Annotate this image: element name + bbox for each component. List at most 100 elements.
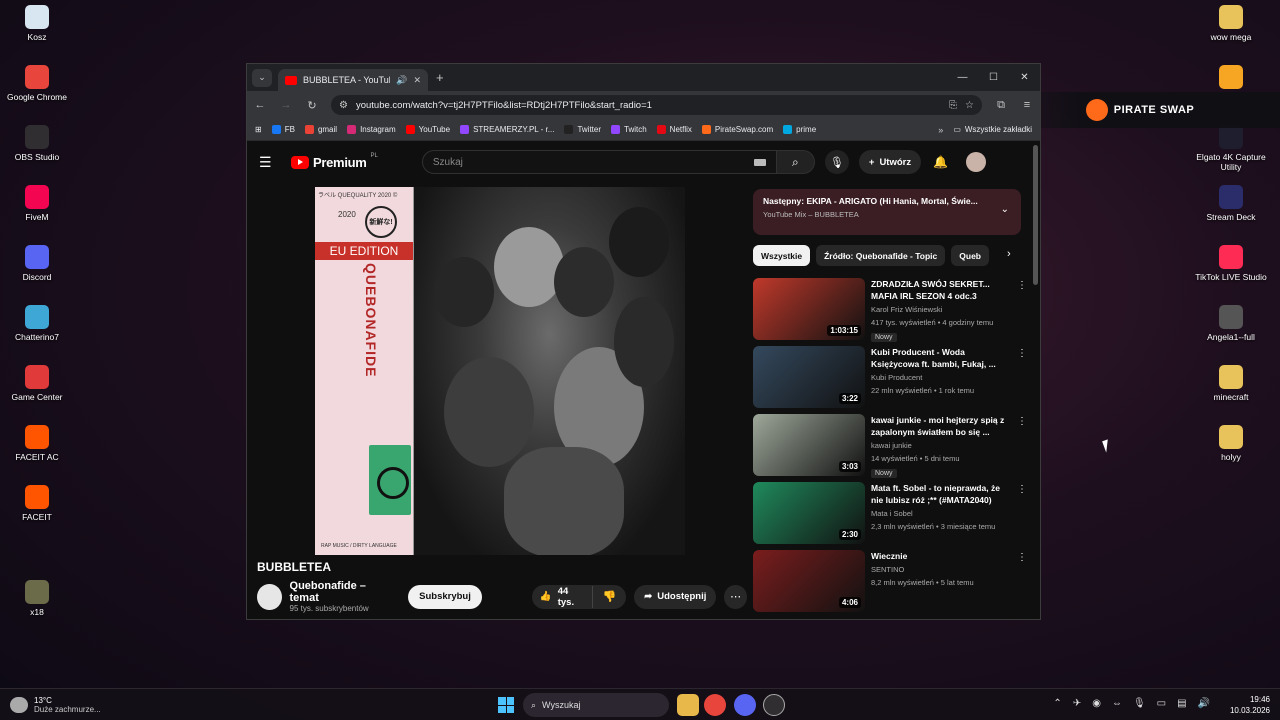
- video-thumbnail[interactable]: 4:06: [753, 550, 865, 612]
- youtube-logo[interactable]: Premium PL: [291, 153, 378, 170]
- create-button[interactable]: + Utwórz: [858, 150, 922, 174]
- clock[interactable]: 19:46 10.03.2026: [1230, 694, 1270, 716]
- bookmark-star-icon[interactable]: ☆: [965, 100, 974, 111]
- tab-search-button[interactable]: ⌄: [252, 68, 272, 87]
- menu-icon[interactable]: ☰: [259, 154, 281, 171]
- tray-app-icon[interactable]: ⇔: [1112, 698, 1122, 709]
- desktop-icon[interactable]: TikTok LIVE Studio: [1194, 245, 1268, 282]
- video-title[interactable]: Mata ft. Sobel - to nieprawda, że nie lu…: [871, 482, 1011, 506]
- channel-avatar[interactable]: [257, 583, 282, 610]
- desktop-icon[interactable]: Stream Deck: [1194, 185, 1268, 222]
- video-thumbnail[interactable]: 3:22: [753, 346, 865, 408]
- recommendation-item[interactable]: 3:03 kawai junkie - moi hejterzy spią z z…: [753, 414, 1029, 478]
- bookmark-item[interactable]: Instagram: [347, 125, 396, 134]
- search-button[interactable]: ⌕: [776, 150, 815, 174]
- obs-icon[interactable]: [763, 694, 785, 716]
- chevron-down-icon[interactable]: ⌄: [1001, 204, 1009, 215]
- desktop-icon[interactable]: Chatterino7: [0, 305, 74, 342]
- desktop-icon[interactable]: minecraft: [1194, 365, 1268, 402]
- chrome-icon[interactable]: [704, 694, 726, 716]
- video-thumbnail[interactable]: 1:03:15: [753, 278, 865, 340]
- tray-app-icon[interactable]: ✈: [1073, 698, 1081, 709]
- bookmark-item[interactable]: Twitch: [611, 125, 647, 134]
- bookmark-item[interactable]: prime: [783, 125, 816, 134]
- filter-chip[interactable]: Źródło: Quebonafide - Topic: [816, 245, 946, 266]
- close-window-button[interactable]: ✕: [1009, 64, 1040, 90]
- desktop-icon[interactable]: Angela1--full: [1194, 305, 1268, 342]
- video-channel[interactable]: Mata i Sobel: [871, 508, 1011, 519]
- video-thumbnail[interactable]: 3:03: [753, 414, 865, 476]
- discord-icon[interactable]: [734, 694, 756, 716]
- video-channel[interactable]: kawai junkie: [871, 440, 1011, 451]
- bookmark-item[interactable]: Twitter: [564, 125, 601, 134]
- media-controls-icon[interactable]: ≡: [1020, 99, 1034, 111]
- file-explorer-icon[interactable]: [677, 694, 699, 716]
- bookmark-item[interactable]: FB: [271, 125, 295, 134]
- desktop-icon[interactable]: FACEIT AC: [0, 425, 74, 462]
- start-button[interactable]: [498, 697, 514, 713]
- notifications-bell-icon[interactable]: 🔔: [933, 155, 948, 169]
- page-scrollbar[interactable]: [1033, 145, 1038, 285]
- bookmark-item[interactable]: gmail: [304, 125, 337, 134]
- desktop-icon[interactable]: wow mega: [1194, 5, 1268, 42]
- bookmark-item[interactable]: PirateSwap.com: [701, 125, 773, 134]
- video-channel[interactable]: SENTINO: [871, 564, 1011, 575]
- new-tab-button[interactable]: +: [436, 70, 444, 85]
- share-button[interactable]: ➦ Udostępnij: [634, 584, 717, 609]
- all-bookmarks-button[interactable]: ▭ Wszystkie zakładki: [953, 125, 1032, 134]
- video-thumbnail[interactable]: 2:30: [753, 482, 865, 544]
- subscribe-button[interactable]: Subskrybuj: [408, 584, 482, 609]
- tab-youtube[interactable]: BUBBLETEA - YouTube 🔊 ✕: [278, 69, 428, 91]
- site-info-icon[interactable]: ⚙: [339, 100, 348, 111]
- search-input[interactable]: Szukaj: [421, 150, 777, 174]
- desktop-icon[interactable]: OBS Studio: [0, 125, 74, 162]
- chevron-right-icon[interactable]: ›: [1007, 248, 1011, 260]
- back-button[interactable]: ←: [253, 99, 267, 111]
- pirate-swap-banner[interactable]: PIRATE SWAP: [1000, 92, 1280, 128]
- desktop-icon[interactable]: Kosz: [0, 5, 74, 42]
- video-menu-icon[interactable]: ⋮: [1017, 484, 1027, 495]
- discord-tray-icon[interactable]: ◉: [1092, 698, 1101, 709]
- desktop-icon[interactable]: Game Center: [0, 365, 74, 402]
- taskbar-search[interactable]: ⌕ Wyszukaj: [523, 693, 669, 717]
- url-text[interactable]: youtube.com/watch?v=tj2H7PTFilo&list=RDt…: [356, 100, 941, 111]
- filter-chip[interactable]: Queb: [951, 245, 990, 266]
- video-title[interactable]: ZDRADZIŁA SWÓJ SEKRET... MAFIA IRL SEZON…: [871, 278, 1011, 302]
- channel-name[interactable]: Quebonafide – temat: [290, 580, 393, 604]
- forward-button[interactable]: →: [279, 99, 293, 111]
- desktop-icon[interactable]: Discord: [0, 245, 74, 282]
- recommendation-item[interactable]: 4:06 Wiecznie SENTINO 8,2 mln wyświetleń • …: [753, 550, 1029, 614]
- avatar[interactable]: [966, 152, 987, 172]
- keyboard-icon[interactable]: [753, 158, 766, 166]
- video-menu-icon[interactable]: ⋮: [1017, 552, 1027, 563]
- recommendation-item[interactable]: 2:30 Mata ft. Sobel - to nieprawda, że ni…: [753, 482, 1029, 546]
- bookmark-item[interactable]: YouTube: [405, 125, 450, 134]
- recommendation-item[interactable]: 1:03:15 ZDRADZIŁA SWÓJ SEKRET... MAFIA IR…: [753, 278, 1029, 342]
- video-title[interactable]: Wiecznie: [871, 550, 1011, 562]
- volume-icon[interactable]: 🔊: [1198, 698, 1210, 709]
- apps-grid-icon[interactable]: ⊞: [255, 125, 262, 134]
- like-button[interactable]: 👍 44 tys.: [532, 585, 593, 608]
- video-channel[interactable]: Kubi Producent: [871, 372, 1011, 383]
- video-title[interactable]: Kubi Producent - Woda Księżycowa ft. bam…: [871, 346, 1011, 370]
- mic-icon[interactable]: 🎙: [1133, 698, 1146, 709]
- bookmark-item[interactable]: Netflix: [656, 125, 692, 134]
- more-bookmarks-icon[interactable]: »: [938, 125, 943, 135]
- video-menu-icon[interactable]: ⋮: [1017, 416, 1027, 427]
- video-title[interactable]: kawai junkie - moi hejterzy spią z zapal…: [871, 414, 1011, 438]
- cast-icon[interactable]: ⎘: [949, 100, 957, 111]
- address-bar[interactable]: ⚙ youtube.com/watch?v=tj2H7PTFilo&list=R…: [331, 95, 982, 115]
- desktop-icon[interactable]: FiveM: [0, 185, 74, 222]
- video-menu-icon[interactable]: ⋮: [1017, 348, 1027, 359]
- video-player[interactable]: ラベル QUEQUALITY 2020 © 2020 新鮮な! EU EDITI…: [257, 185, 744, 555]
- close-tab-icon[interactable]: ✕: [413, 75, 421, 86]
- chevron-up-icon[interactable]: ⌃: [1053, 698, 1061, 709]
- dislike-button[interactable]: 👎: [593, 590, 627, 603]
- more-actions-button[interactable]: ⋯: [724, 584, 747, 609]
- reload-button[interactable]: ↻: [305, 99, 319, 112]
- desktop-icon[interactable]: [1194, 65, 1268, 92]
- video-menu-icon[interactable]: ⋮: [1017, 280, 1027, 291]
- desktop-icon[interactable]: Google Chrome: [0, 65, 74, 102]
- maximize-button[interactable]: ☐: [978, 64, 1009, 90]
- filter-chip[interactable]: Wszystkie: [753, 245, 811, 266]
